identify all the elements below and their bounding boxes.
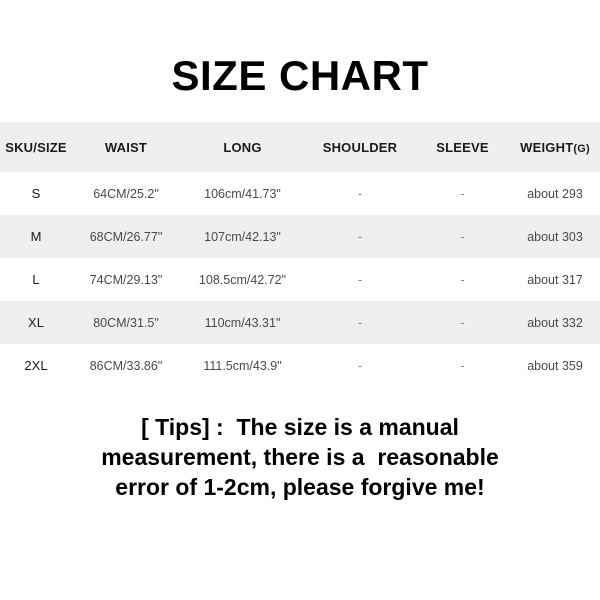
cell-sleeve: -	[460, 229, 465, 244]
cell-sku: M	[30, 229, 42, 244]
cell-weight: about 317	[527, 272, 583, 287]
cell-shoulder: -	[357, 358, 363, 373]
tips-line-3: error of 1-2cm, please forgive me!	[115, 474, 485, 500]
column-header-shoulder: SHOULDER	[305, 122, 415, 172]
column-header-weight: WEIGHT(G)	[510, 122, 600, 172]
cell-waist: 86CM/33.86"	[89, 358, 163, 373]
cell-long: 110cm/43.31"	[204, 315, 281, 330]
cell-sku: XL	[28, 315, 44, 330]
cell-long: 111.5cm/43.9"	[203, 358, 282, 373]
cell-weight: about 293	[527, 186, 583, 201]
cell-sleeve: -	[460, 186, 465, 201]
cell-sleeve: -	[460, 272, 465, 287]
cell-waist: 68CM/26.77"	[89, 229, 163, 244]
tips-line-2: measurement, there is a reasonable	[101, 444, 499, 470]
cell-sku: S	[31, 186, 41, 201]
table-header-row: SKU/SIZE WAIST LONG SHOULDER SLEEVE WEIG…	[0, 122, 600, 172]
table-row: L 74CM/29.13" 108.5cm/42.72" - - about 3…	[0, 258, 600, 301]
column-header-sleeve: SLEEVE	[415, 122, 510, 172]
cell-sku: 2XL	[24, 358, 48, 373]
cell-long: 106cm/41.73"	[204, 186, 281, 201]
table-header: SKU/SIZE WAIST LONG SHOULDER SLEEVE WEIG…	[0, 122, 600, 172]
size-chart-page: SIZE CHART SKU/SIZE WAIST LONG SHOULDER …	[0, 0, 600, 600]
cell-shoulder: -	[357, 186, 363, 201]
column-header-label: WAIST	[104, 139, 148, 155]
column-header-sku-size: SKU/SIZE	[0, 122, 72, 172]
table-row: M 68CM/26.77" 107cm/42.13" - - about 303	[0, 215, 600, 258]
cell-weight: about 332	[527, 315, 583, 330]
cell-sleeve: -	[460, 315, 465, 330]
table-row: XL 80CM/31.5" 110cm/43.31" - - about 332	[0, 301, 600, 344]
size-chart-table: SKU/SIZE WAIST LONG SHOULDER SLEEVE WEIG…	[0, 122, 600, 387]
cell-waist: 64CM/25.2"	[93, 186, 159, 201]
tips-note: [ Tips] : The size is a manual measureme…	[0, 412, 600, 502]
cell-sleeve: -	[460, 358, 465, 373]
column-header-unit: (G)	[573, 142, 590, 155]
tips-line-1: [ Tips] : The size is a manual	[141, 414, 459, 440]
cell-long: 107cm/42.13"	[204, 229, 281, 244]
cell-shoulder: -	[357, 315, 363, 330]
page-title: SIZE CHART	[171, 52, 429, 99]
cell-waist: 80CM/31.5"	[93, 315, 159, 330]
column-header-waist: WAIST	[72, 122, 180, 172]
cell-weight: about 359	[527, 358, 583, 373]
cell-sku: L	[32, 272, 40, 287]
column-header-label: SLEEVE	[436, 139, 489, 155]
cell-shoulder: -	[357, 229, 363, 244]
cell-waist: 74CM/29.13"	[89, 272, 163, 287]
table-row: 2XL 86CM/33.86" 111.5cm/43.9" - - about …	[0, 344, 600, 387]
cell-shoulder: -	[357, 272, 363, 287]
cell-long: 108.5cm/42.72"	[198, 272, 287, 287]
cell-weight: about 303	[527, 229, 583, 244]
table-body: S 64CM/25.2" 106cm/41.73" - - about 293 …	[0, 172, 600, 387]
column-header-label: WEIGHT	[520, 139, 574, 155]
column-header-label: SKU/SIZE	[5, 139, 67, 155]
column-header-label: LONG	[223, 139, 262, 155]
table-row: S 64CM/25.2" 106cm/41.73" - - about 293	[0, 172, 600, 215]
column-header-label: SHOULDER	[322, 139, 398, 155]
column-header-long: LONG	[180, 122, 305, 172]
